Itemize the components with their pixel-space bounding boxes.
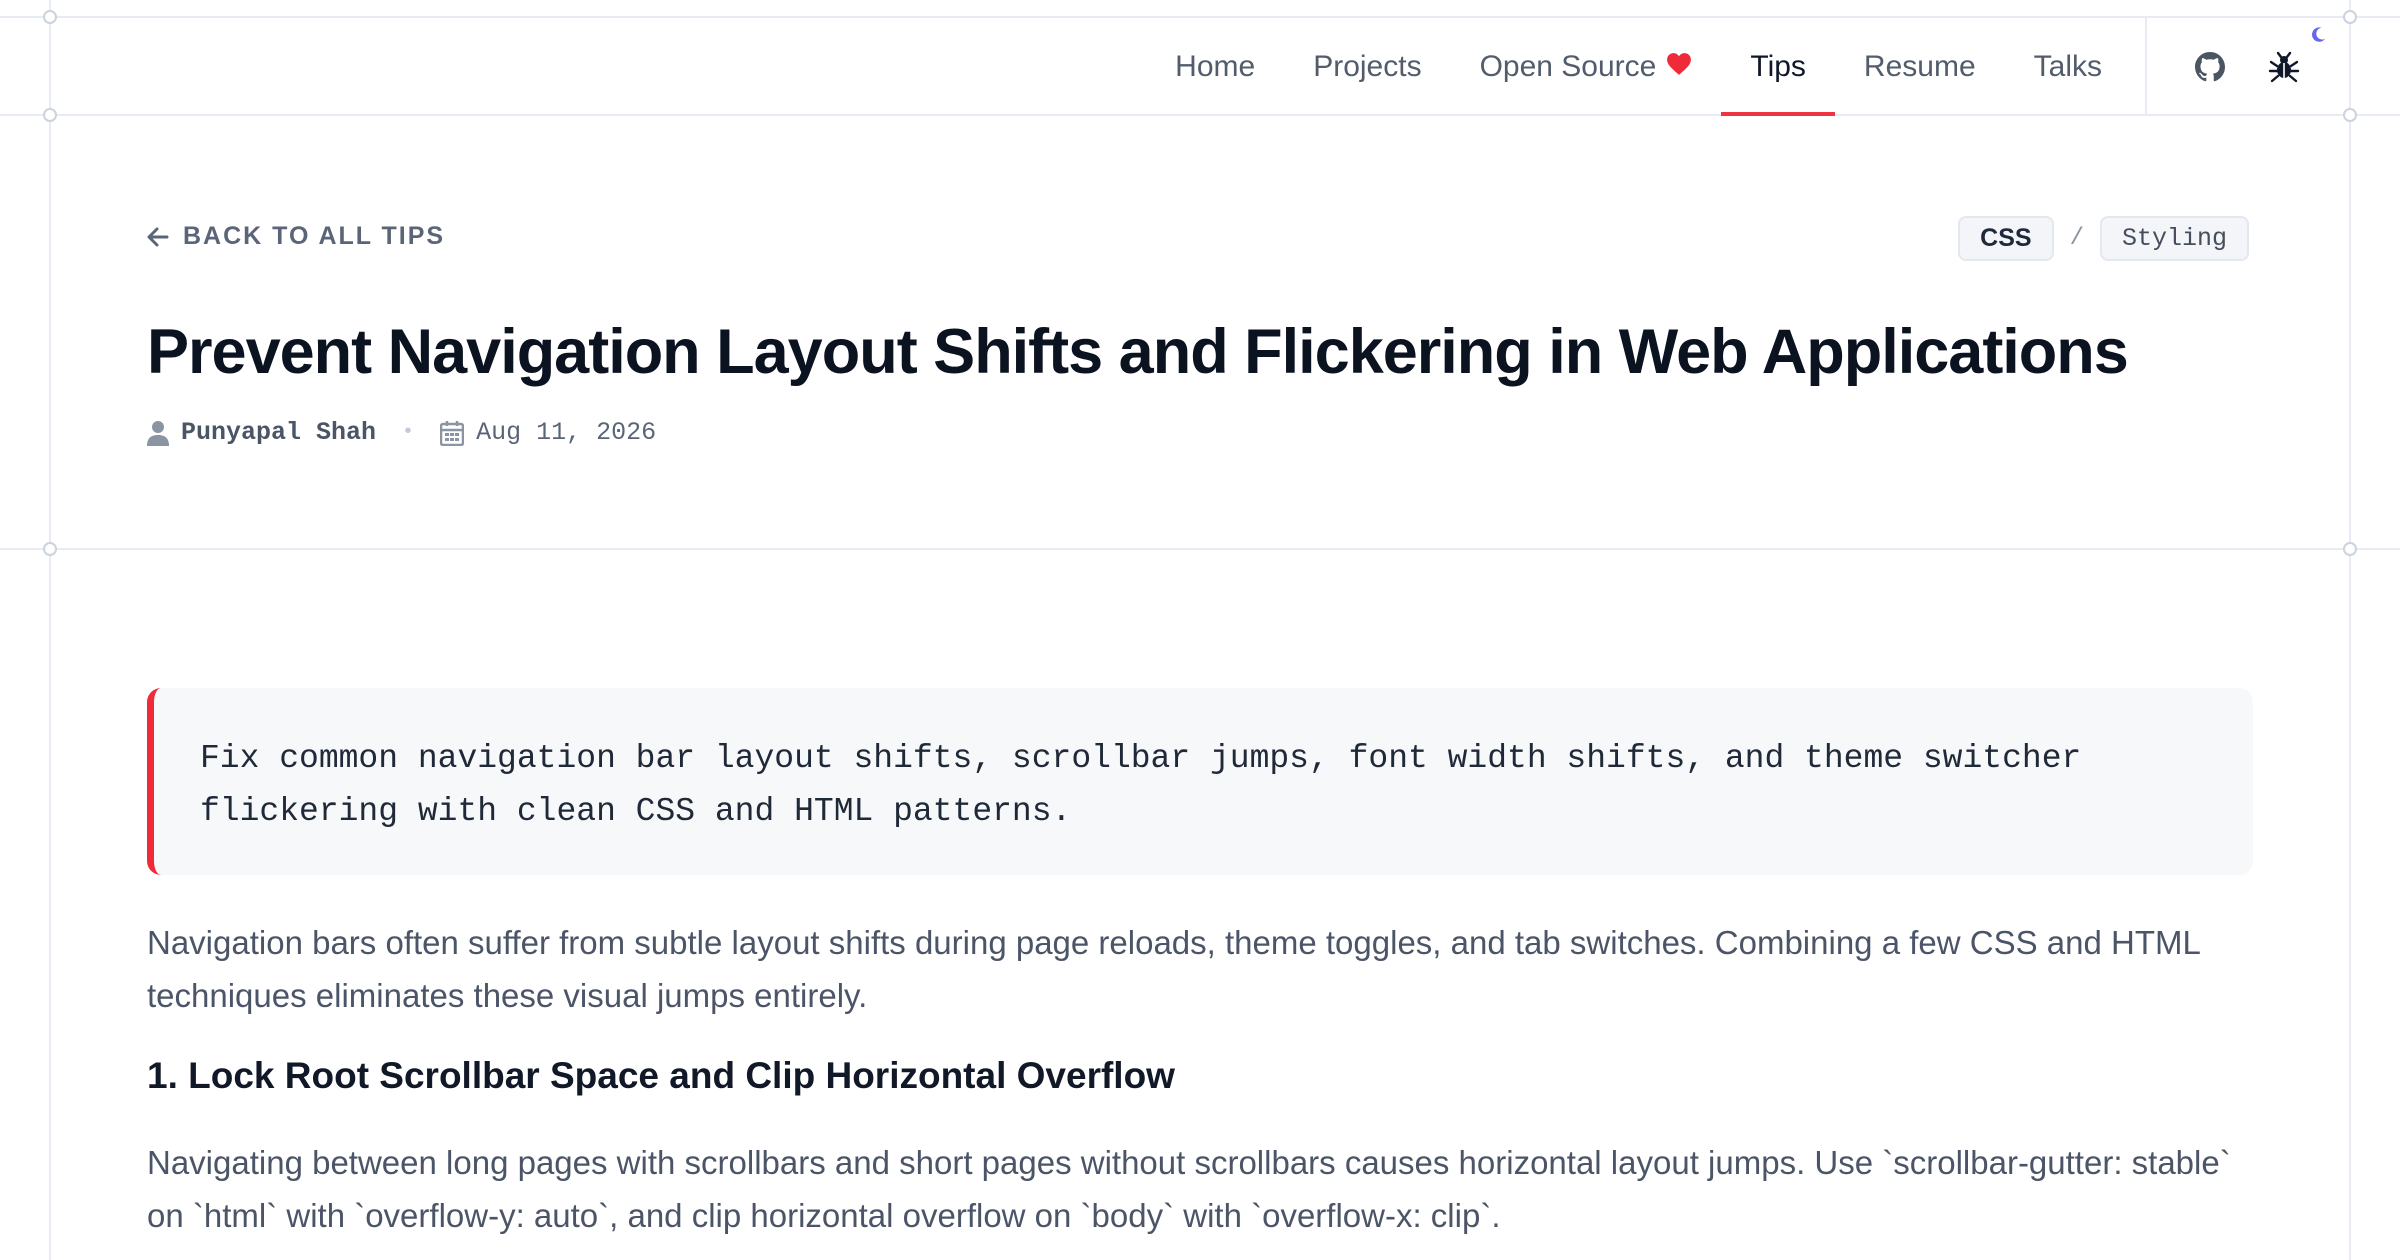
nav-link-label: Open Source: [1479, 50, 1657, 83]
nav-link-tips[interactable]: Tips: [1721, 18, 1835, 116]
heart-icon: [1666, 50, 1692, 84]
github-icon[interactable]: [2193, 50, 2227, 84]
bug-icon[interactable]: [2267, 27, 2326, 84]
nav-link-home[interactable]: Home: [1146, 18, 1284, 116]
nav-links: Home Projects Open Source Tips Resume Ta…: [1146, 18, 2131, 116]
nav-link-label: Home: [1175, 50, 1256, 83]
nav-link-projects[interactable]: Projects: [1284, 18, 1450, 116]
frame-line-right: [2349, 0, 2351, 1260]
intro-paragraph: Navigation bars often suffer from subtle…: [147, 924, 2200, 1014]
tag-breadcrumb: CSS / Styling: [1958, 216, 2249, 261]
nav-link-label: Tips: [1750, 50, 1806, 83]
frame-node: [2343, 542, 2357, 556]
page-title: Prevent Navigation Layout Shifts and Fli…: [147, 317, 2129, 387]
tag-css[interactable]: CSS: [1958, 216, 2054, 261]
nav-divider: [2145, 18, 2147, 116]
tag-styling[interactable]: Styling: [2099, 216, 2249, 261]
back-to-tips-link[interactable]: BACK TO ALL TIPS: [147, 222, 445, 251]
author-name: Punyapal Shah: [181, 418, 377, 447]
nav-link-resume[interactable]: Resume: [1835, 18, 2005, 116]
summary-callout: Fix common navigation bar layout shifts,…: [147, 688, 2253, 875]
back-link-label: BACK TO ALL TIPS: [183, 222, 446, 250]
frame-line-left: [49, 0, 51, 1260]
publish-date: Aug 11, 2026: [476, 418, 657, 447]
moon-icon[interactable]: [2309, 26, 2327, 44]
section-heading: 1. Lock Root Scrollbar Space and Clip Ho…: [147, 1055, 1175, 1096]
user-icon: [147, 420, 169, 446]
frame-node: [43, 542, 57, 556]
nav-link-label: Projects: [1313, 50, 1422, 83]
nav-icons: [2193, 18, 2326, 116]
section-paragraph: Navigating between long pages with scrol…: [147, 1144, 2231, 1234]
article-meta: Punyapal Shah • Aug 11, 2026: [147, 418, 656, 447]
nav-link-talks[interactable]: Talks: [2005, 18, 2131, 116]
nav-link-open-source[interactable]: Open Source: [1451, 18, 1722, 116]
nav-link-label: Resume: [1863, 50, 1976, 83]
nav-link-label: Talks: [2033, 50, 2102, 83]
summary-text: Fix common navigation bar layout shifts,…: [200, 740, 2082, 830]
top-navigation: Home Projects Open Source Tips Resume Ta…: [51, 18, 2351, 116]
arrow-left-icon: [147, 227, 169, 246]
meta-separator: •: [402, 421, 415, 444]
tag-separator: /: [2069, 225, 2084, 252]
frame-line-header-bottom: [0, 548, 2400, 550]
calendar-icon: [440, 420, 465, 446]
